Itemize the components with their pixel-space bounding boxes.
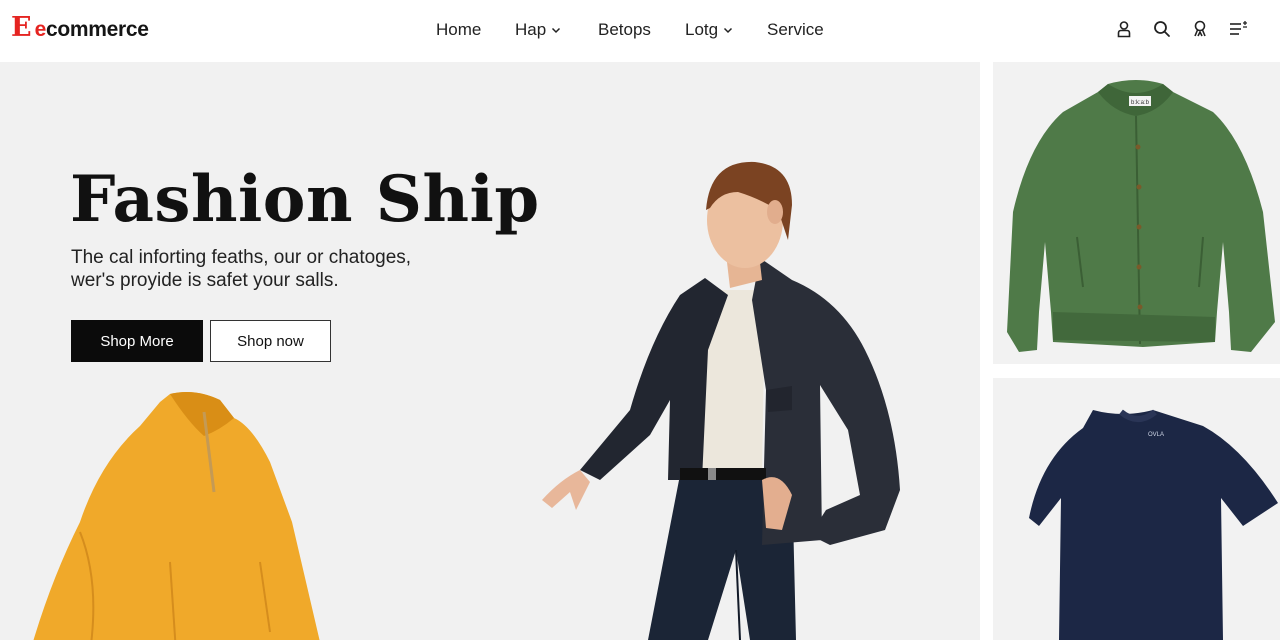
yellow-pullover-image[interactable] (20, 382, 320, 640)
hero-banner: Fashion Ship The cal inforting feaths, o… (0, 62, 980, 640)
nav-item-lotg[interactable]: Lotg (685, 18, 734, 42)
model-image[interactable] (530, 150, 910, 640)
menu-icon (1230, 21, 1247, 35)
hero-subtitle-line: The cal inforting feaths, our or chatoge… (71, 247, 412, 268)
search-button[interactable] (1150, 17, 1174, 41)
account-button[interactable] (1188, 17, 1212, 41)
nav-item-label: Lotg (685, 20, 719, 39)
product-tag: b:k:a:b (1131, 100, 1150, 106)
logo-text: ecommerce (35, 18, 149, 42)
brand-logo[interactable]: E ecommerce (11, 14, 149, 44)
chevron-down-icon (724, 27, 733, 34)
user-icon (1117, 21, 1131, 38)
nav-item-label: Hap (515, 20, 547, 39)
logo-mark: E (11, 12, 32, 43)
nav-item-betops[interactable]: Betops (598, 18, 651, 42)
site-header: E ecommerce Home Hap Betops Lotg Service (0, 0, 1280, 60)
hero-subtitle: The cal inforting feaths, our or chatoge… (71, 246, 471, 292)
navy-tshirt-image: OVLA (1029, 409, 1278, 640)
nav-item-label: Betops (598, 20, 651, 39)
account-icon (1194, 20, 1206, 37)
search-icon (1154, 21, 1170, 37)
logo-text-first-letter: e (34, 18, 47, 41)
product-tag: OVLA (1148, 432, 1164, 438)
chevron-down-icon (552, 27, 561, 34)
nav-item-service[interactable]: Service (767, 18, 824, 42)
hero-subtitle-line: wer's proyide is safet your salls. (71, 270, 339, 291)
logo-text-rest: commerce (45, 18, 149, 41)
product-card-navy-tshirt[interactable]: OVLA (993, 378, 1280, 640)
product-card-green-jacket[interactable]: b:k:a:b (993, 62, 1280, 364)
user-button[interactable] (1112, 17, 1136, 41)
nav-item-label: Home (436, 20, 482, 39)
nav-item-label: Service (767, 20, 824, 39)
green-jacket-image: b:k:a:b (1007, 80, 1275, 352)
shop-now-button[interactable]: Shop now (210, 320, 331, 362)
hero-title: Fashion Ship (70, 162, 540, 237)
nav-item-home[interactable]: Home (436, 18, 481, 42)
menu-button[interactable] (1226, 17, 1250, 41)
header-tools (1112, 17, 1262, 41)
nav-item-hap[interactable]: Hap (515, 18, 562, 42)
shop-more-button[interactable]: Shop More (71, 320, 203, 362)
